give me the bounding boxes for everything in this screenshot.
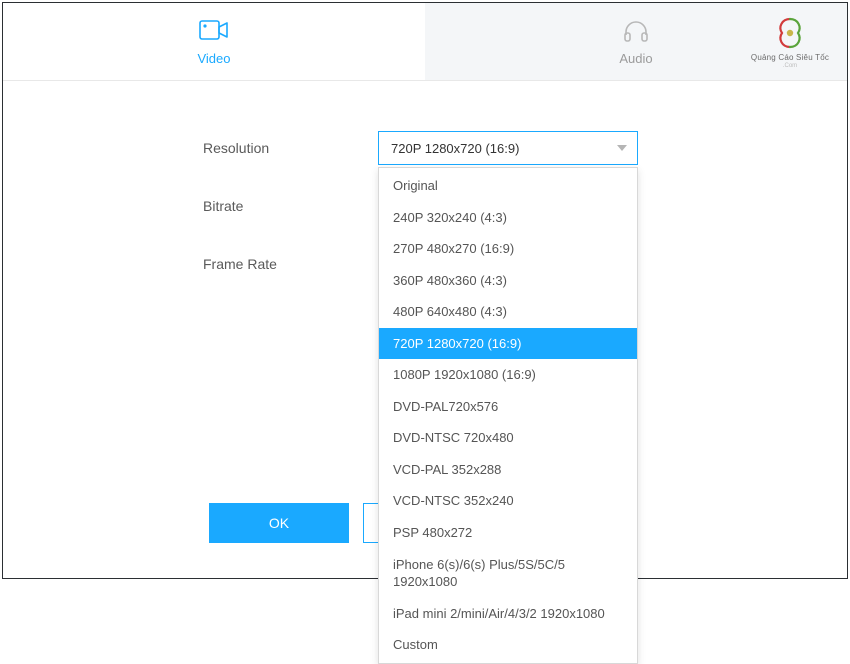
bitrate-label: Bitrate — [203, 198, 378, 214]
resolution-option[interactable]: VCD-PAL 352x288 — [379, 454, 637, 486]
video-camera-icon — [199, 17, 229, 45]
resolution-option[interactable]: VCD-NTSC 352x240 — [379, 485, 637, 517]
tab-audio-label: Audio — [619, 51, 652, 66]
resolution-option[interactable]: 720P 1280x720 (16:9) — [379, 328, 637, 360]
resolution-option[interactable]: 1080P 1920x1080 (16:9) — [379, 359, 637, 391]
resolution-option[interactable]: iPad mini 2/mini/Air/4/3/2 1920x1080 — [379, 598, 637, 630]
dialog-buttons: OK — [209, 503, 383, 543]
chevron-down-icon — [617, 145, 627, 151]
resolution-option[interactable]: DVD-NTSC 720x480 — [379, 422, 637, 454]
frame-rate-label: Frame Rate — [203, 256, 378, 272]
resolution-option[interactable]: Custom — [379, 629, 637, 661]
brand-logo: Quảng Cáo Siêu Tốc .Com — [747, 15, 833, 69]
resolution-option[interactable]: 480P 640x480 (4:3) — [379, 296, 637, 328]
ok-button[interactable]: OK — [209, 503, 349, 543]
logo-subtext: .Com — [783, 63, 797, 69]
logo-text: Quảng Cáo Siêu Tốc — [751, 53, 829, 62]
tab-video-label: Video — [197, 51, 230, 66]
tab-video[interactable]: Video — [3, 3, 425, 80]
resolution-dropdown: Original240P 320x240 (4:3)270P 480x270 (… — [378, 167, 638, 664]
resolution-label: Resolution — [203, 140, 378, 156]
resolution-option[interactable]: 360P 480x360 (4:3) — [379, 265, 637, 297]
resolution-option[interactable]: 270P 480x270 (16:9) — [379, 233, 637, 265]
resolution-option[interactable]: iPhone 6(s)/6(s) Plus/5S/5C/5 1920x1080 — [379, 549, 637, 598]
settings-panel: Resolution 720P 1280x720 (16:9) Bitrate … — [3, 81, 847, 281]
resolution-option[interactable]: DVD-PAL720x576 — [379, 391, 637, 423]
resolution-option[interactable]: PSP 480x272 — [379, 517, 637, 549]
resolution-option[interactable]: 240P 320x240 (4:3) — [379, 202, 637, 234]
tabbar: Video Audio — [3, 3, 847, 81]
resolution-select[interactable]: 720P 1280x720 (16:9) — [378, 131, 638, 165]
headphones-icon — [623, 17, 649, 45]
resolution-selected-value: 720P 1280x720 (16:9) — [391, 141, 519, 156]
resolution-option[interactable]: Original — [379, 170, 637, 202]
